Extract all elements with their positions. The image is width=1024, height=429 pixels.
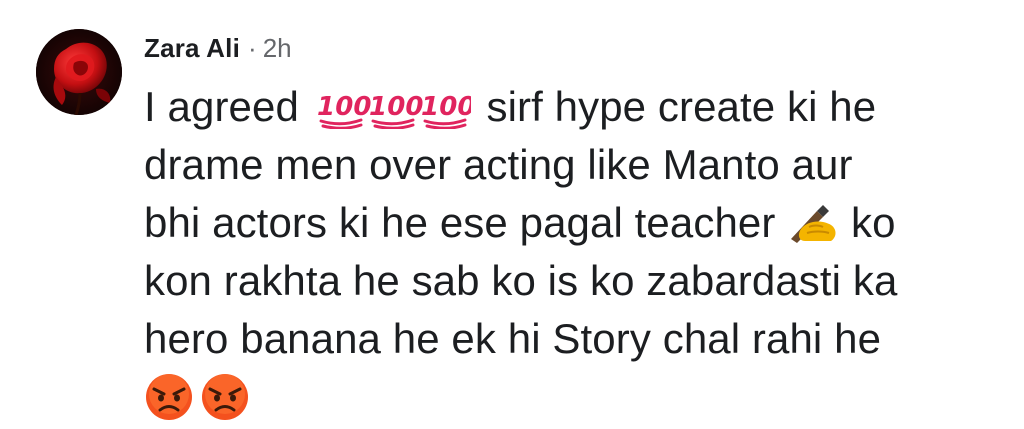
writing-hand-icon <box>787 199 839 243</box>
comment-text-segment: I agreed <box>144 83 299 130</box>
angry-emoji-row <box>144 368 1004 429</box>
angry-face-icon <box>200 372 250 429</box>
comment-header: Zara Ali · 2h <box>144 30 292 66</box>
comment-text-segment: sirf hype create ki he <box>486 83 877 130</box>
svg-text:100: 100 <box>421 92 471 122</box>
comment-text-segment: bhi actors ki he ese pagal teacher <box>144 199 776 246</box>
comment-line: kon rakhta he sab ko is ko zabardasti ka <box>144 257 898 304</box>
comment-line: drame men over acting like Manto aur <box>144 141 853 188</box>
comment-text-segment: ko <box>851 199 896 246</box>
timestamp[interactable]: 2h <box>263 33 292 64</box>
author-name[interactable]: Zara Ali <box>144 33 240 64</box>
comment: Zara Ali · 2h I agreed 100 100 100 sirf … <box>0 0 1024 429</box>
separator-dot: · <box>248 32 257 63</box>
comment-line: I agreed 100 100 100 sirf hype create ki… <box>144 78 1004 136</box>
svg-text:100: 100 <box>369 92 424 122</box>
comment-body: I agreed 100 100 100 sirf hype create ki… <box>144 78 1004 429</box>
hundred-points-icon: 100 100 100 <box>317 92 471 129</box>
comment-line: bhi actors ki he ese pagal teacher ko <box>144 194 1004 252</box>
angry-face-icon <box>144 372 194 429</box>
avatar[interactable] <box>36 29 122 115</box>
svg-text:100: 100 <box>317 92 372 122</box>
rose-avatar-image <box>36 29 122 115</box>
comment-line: hero banana he ek hi Story chal rahi he <box>144 315 882 362</box>
